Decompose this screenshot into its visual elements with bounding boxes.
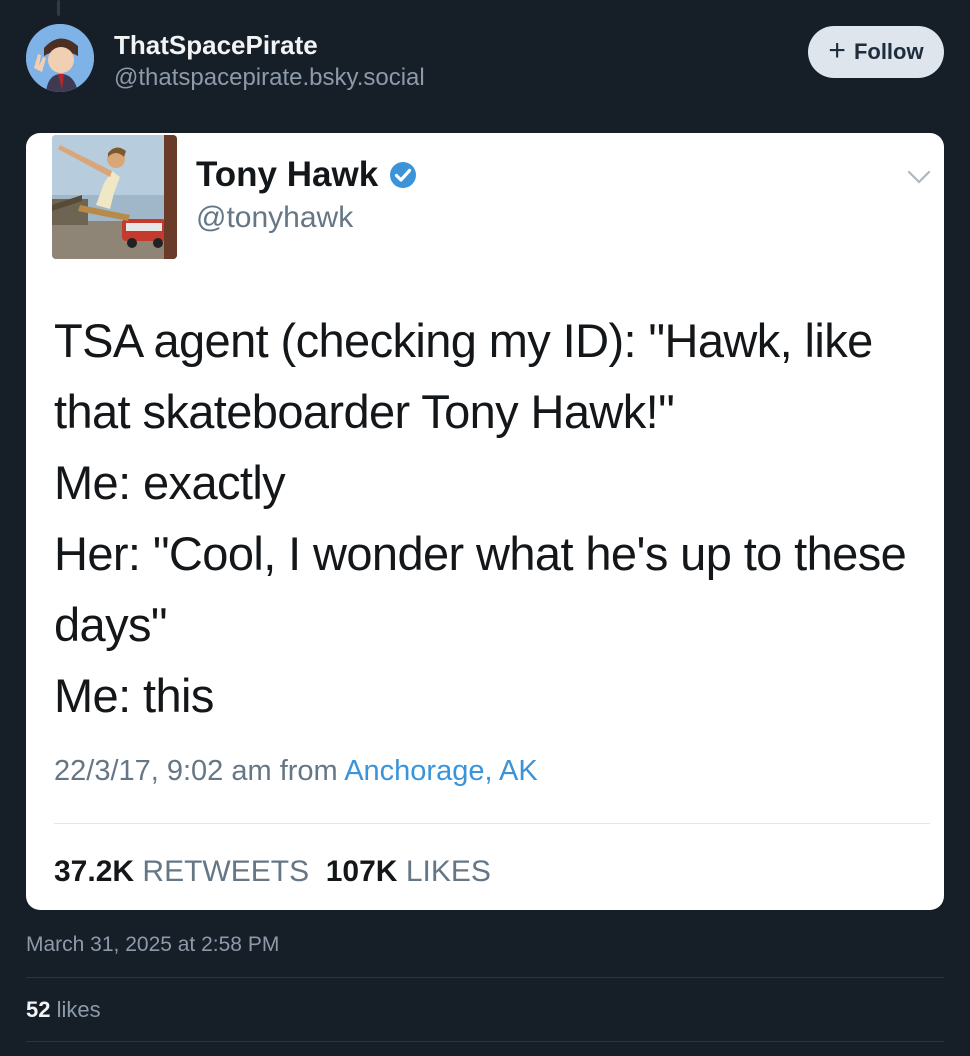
tweet-author-name-text: Tony Hawk <box>196 155 379 194</box>
tweet-author-name: Tony Hawk <box>196 155 418 195</box>
tweet-author-handle: @tonyhawk <box>196 201 354 234</box>
post-page: ThatSpacePirate @thatspacepirate.bsky.so… <box>0 0 970 1056</box>
post-header: ThatSpacePirate @thatspacepirate.bsky.so… <box>26 24 944 98</box>
chevron-down-icon <box>907 170 931 184</box>
tweet-line: Her: "Cool, I wonder what he's up to the… <box>54 527 907 580</box>
tweet-line: days" <box>54 598 168 651</box>
post-date: March 31, 2025 at 2:58 PM <box>26 933 280 956</box>
tweet-likes-label: LIKES <box>405 855 491 888</box>
tweet-line: Me: this <box>54 669 214 722</box>
likes-count: 52 <box>26 997 51 1022</box>
tweet-line: TSA agent (checking my ID): "Hawk, like <box>54 314 873 367</box>
divider <box>26 1041 944 1042</box>
likes-label: likes <box>56 997 101 1022</box>
author-name[interactable]: ThatSpacePirate <box>114 30 318 61</box>
tweet-text: TSA agent (checking my ID): "Hawk, like … <box>54 305 934 731</box>
author-avatar[interactable] <box>26 24 94 92</box>
tweet-timestamp: 22/3/17, 9:02 am from Anchorage, AK <box>54 755 538 788</box>
author-handle[interactable]: @thatspacepirate.bsky.social <box>114 64 425 92</box>
tweet-line: Me: exactly <box>54 456 286 509</box>
tweet-stats: 37.2K RETWEETS 107K LIKES <box>54 855 491 889</box>
tweet-location: Anchorage, AK <box>344 755 538 787</box>
tweet-profile-photo <box>52 135 177 259</box>
retweets-label: RETWEETS <box>142 855 310 888</box>
follow-button[interactable]: + Follow <box>808 26 944 78</box>
divider <box>26 977 944 978</box>
follow-label: Follow <box>853 39 924 64</box>
tweet-line: that skateboarder Tony Hawk!" <box>54 385 675 438</box>
retweets-count: 37.2K <box>54 855 135 888</box>
card-divider <box>54 823 930 824</box>
embedded-image[interactable]: Tony Hawk @tonyhawk TSA agent (checking … <box>26 133 944 910</box>
tweet-likes-count: 107K <box>325 855 398 888</box>
plus-icon: + <box>828 33 846 67</box>
thread-line <box>57 0 60 16</box>
tweet-timestamp-text: 22/3/17, 9:02 am from <box>54 755 338 787</box>
likes-row[interactable]: 52 likes <box>26 997 101 1023</box>
verified-badge-icon <box>390 162 417 188</box>
